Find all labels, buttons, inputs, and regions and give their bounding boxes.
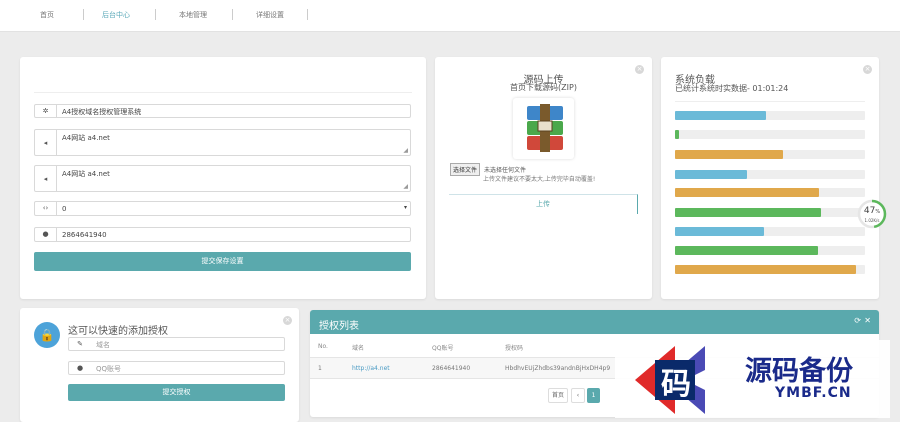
qq-value: 2864641940: [62, 231, 107, 239]
load-bar-fill: [675, 227, 765, 236]
site-name-value: A4授权域名授权管理系统: [62, 108, 142, 116]
nav-item-home[interactable]: 首页: [40, 10, 54, 20]
card-header-divider: [34, 92, 412, 93]
quick-add-card: × 🔒 这可以快速的添加授权 ✎ 域名 ● QQ账号 提交授权: [20, 308, 299, 422]
load-bar-fill: [675, 150, 784, 159]
upload-button-label: 上传: [536, 200, 550, 208]
notice-1-value: A4网站 a4.net: [62, 134, 110, 142]
column-header-qq: QQ账号: [432, 345, 454, 352]
watermark-cn: 源码备份: [745, 356, 853, 387]
load-bar-fill: [675, 130, 679, 139]
qq-placeholder: QQ账号: [96, 365, 122, 373]
qq-input[interactable]: ● QQ账号: [68, 361, 285, 375]
no-file-text: 未选择任何文件: [484, 167, 527, 174]
load-bar: [675, 130, 865, 139]
load-bar: [675, 111, 865, 120]
load-bar: [675, 208, 865, 217]
nav-item-admin[interactable]: 后台中心: [102, 10, 130, 20]
system-load-card: × 系统负载 已统计系统时实数据- 01:01:24 47% 1.02K/s: [661, 57, 887, 299]
cell-code: HbdhvEUjZhdbs39andnBjHxDH4p9: [505, 365, 611, 372]
domain-placeholder: 域名: [96, 341, 110, 349]
lock-icon: 🔒: [34, 322, 60, 348]
choose-file-button[interactable]: 选择文件: [450, 163, 481, 176]
upload-subtitle: 首页下载源码(ZIP): [510, 83, 577, 92]
nav-separator: [232, 9, 233, 20]
load-bar-fill: [675, 111, 767, 120]
cell-qq: 2864641940: [432, 365, 471, 372]
mode-select[interactable]: ‹› 0 ▾: [34, 201, 411, 216]
watermark-glyph: 码: [661, 367, 691, 402]
load-gauge: 47% 1.02K/s: [857, 199, 887, 229]
bell-icon: ●: [35, 228, 57, 241]
nav-separator: [83, 9, 84, 20]
nav-item-settings[interactable]: 详细设置: [256, 10, 284, 20]
mode-select-value: 0: [62, 205, 67, 213]
column-header-no: No.: [318, 343, 328, 350]
close-icon[interactable]: ✕: [864, 316, 871, 325]
save-settings-button[interactable]: 提交保存设置: [34, 252, 411, 271]
upload-button[interactable]: 上传: [449, 194, 638, 214]
domain-input[interactable]: ✎ 域名: [68, 337, 285, 351]
gauge-percent: 47: [863, 206, 876, 216]
cell-no: 1: [318, 365, 322, 372]
submit-auth-button[interactable]: 提交授权: [68, 384, 285, 401]
notice-field-2[interactable]: ◂ A4网站 a4.net ◢: [34, 165, 411, 192]
close-icon[interactable]: ×: [283, 316, 292, 325]
nav-separator: [307, 9, 308, 20]
watermark-en: YMBF.CN: [775, 385, 852, 401]
notice-2-value: A4网站 a4.net: [62, 170, 110, 178]
chevron-down-icon: ▾: [403, 204, 407, 211]
gauge-unit: %: [875, 209, 881, 215]
bell-icon: ●: [76, 364, 84, 372]
load-bar: [675, 150, 865, 159]
upload-card: × 源码上传 首页下载源码(ZIP) 选择文件 未选择任何文件 上传文件建议不要…: [435, 57, 652, 299]
load-header-divider: [675, 101, 865, 102]
resize-handle[interactable]: ◢: [403, 147, 408, 154]
close-icon[interactable]: ×: [863, 65, 872, 74]
top-nav: 首页 后台中心 本地管理 详细设置: [0, 0, 900, 32]
nav-item-local[interactable]: 本地管理: [179, 10, 207, 20]
load-bar-fill: [675, 170, 748, 179]
load-bar-fill: [675, 188, 820, 197]
load-bar: [675, 188, 865, 197]
load-bar-fill: [675, 265, 856, 274]
load-bar: [675, 227, 865, 236]
load-uptime: 已统计系统时实数据- 01:01:24: [675, 84, 789, 93]
pagination-prev[interactable]: ‹: [571, 388, 585, 403]
load-bar-fill: [675, 208, 822, 217]
pagination-first[interactable]: 首页: [548, 388, 568, 403]
code-icon: ‹›: [35, 202, 57, 215]
archive-icon: [513, 98, 574, 159]
load-bar: [675, 246, 865, 255]
resize-handle[interactable]: ◢: [403, 183, 408, 190]
megaphone-icon: ◂: [35, 166, 57, 191]
column-header-domain: 域名: [352, 345, 365, 352]
tag-icon: ✎: [77, 340, 83, 348]
nav-separator: [155, 9, 156, 20]
gear-icon: ✲: [35, 105, 57, 117]
column-header-code: 授权码: [505, 345, 524, 352]
qq-field[interactable]: ● 2864641940: [34, 227, 411, 242]
load-bar: [675, 265, 865, 274]
upload-hint: 上传文件建议不要太大,上传完毕自动覆盖!: [483, 176, 596, 183]
site-name-field[interactable]: ✲ A4授权域名授权管理系统: [34, 104, 411, 118]
watermark: 码 源码备份 YMBF.CN: [605, 337, 895, 422]
refresh-icon[interactable]: ⟳: [854, 316, 861, 325]
cell-domain[interactable]: http://a4.net: [352, 365, 390, 372]
gauge-speed: 1.02K/s: [864, 218, 880, 223]
settings-form-card: ✲ A4授权域名授权管理系统 ◂ A4网站 a4.net ◢ ◂ A4网站 a4…: [20, 57, 426, 299]
notice-field-1[interactable]: ◂ A4网站 a4.net ◢: [34, 129, 411, 156]
load-bar: [675, 170, 865, 179]
quick-add-title: 这可以快速的添加授权: [68, 326, 168, 337]
auth-list-title: 授权列表: [319, 321, 359, 332]
pagination-page-1[interactable]: 1: [587, 388, 600, 403]
load-bar-fill: [675, 246, 818, 255]
auth-list-header: 授权列表 ⟳ ✕: [310, 310, 879, 334]
megaphone-icon: ◂: [35, 130, 57, 155]
